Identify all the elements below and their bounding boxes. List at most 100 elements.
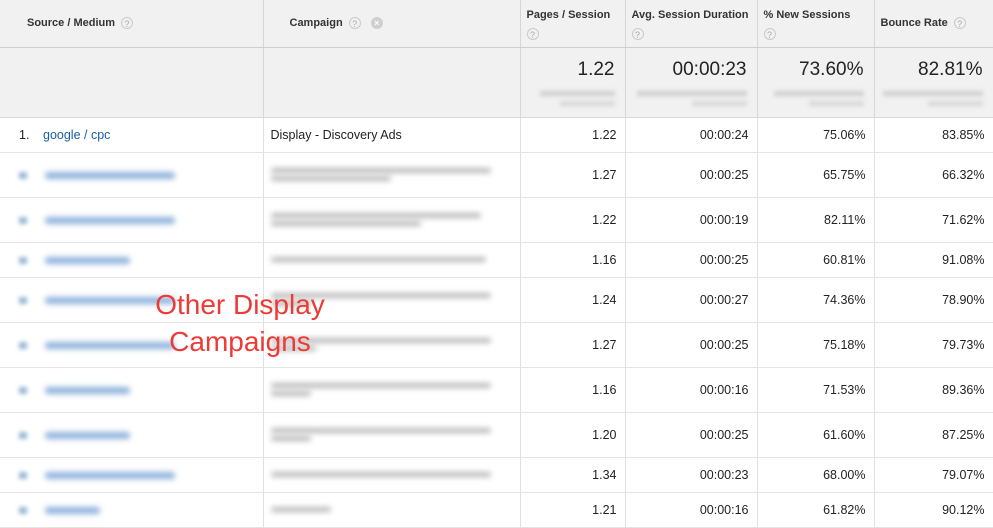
campaign-cell-blurred — [263, 457, 521, 493]
campaign-cell-blurred — [263, 492, 521, 528]
source-medium-cell-blurred — [0, 152, 264, 198]
new-sessions-cell: 68.00% — [757, 457, 875, 493]
table-row: 1. google / cpc Display - Discovery Ads 1… — [0, 117, 993, 153]
blurred-text — [270, 168, 491, 173]
help-circle-icon[interactable]: ? — [348, 17, 361, 30]
table-row: 1.27 00:00:25 65.75% 66.32% — [0, 152, 993, 198]
col-header-label: Avg. Session Duration — [631, 9, 749, 21]
blurred-text — [270, 436, 311, 441]
blurred-source-link[interactable] — [45, 341, 175, 349]
new-sessions-cell: 65.75% — [757, 152, 875, 198]
pages-session-cell: 1.34 — [520, 457, 626, 493]
source-medium-cell-blurred — [0, 277, 264, 323]
bounce-rate-cell: 91.08% — [874, 242, 993, 278]
blurred-text — [270, 338, 491, 343]
blurred-source-link[interactable] — [45, 471, 175, 479]
blurred-text — [270, 293, 491, 298]
avg-duration-cell: 00:00:25 — [625, 322, 758, 368]
col-header-avg-duration[interactable]: Avg. Session Duration? — [625, 0, 758, 48]
campaign-cell-blurred — [263, 412, 521, 458]
new-sessions-cell: 61.82% — [757, 492, 875, 528]
avg-duration-cell: 00:00:16 — [625, 492, 758, 528]
source-medium-cell-blurred — [0, 492, 264, 528]
blurred-index — [19, 171, 27, 179]
pages-session-cell: 1.22 — [520, 197, 626, 243]
blurred-source-link[interactable] — [45, 431, 130, 439]
source-medium-cell-blurred — [0, 367, 264, 413]
blurred-source-link[interactable] — [45, 216, 175, 224]
col-header-source-medium[interactable]: Source / Medium? — [0, 0, 264, 48]
totals-bounce-rate: 82.81% — [874, 47, 993, 118]
avg-duration-cell: 00:00:24 — [625, 117, 758, 153]
avg-duration-cell: 00:00:25 — [625, 412, 758, 458]
new-sessions-cell: 71.53% — [757, 367, 875, 413]
blurred-text — [270, 383, 491, 388]
blurred-text — [270, 221, 421, 226]
pages-session-cell: 1.20 — [520, 412, 626, 458]
total-value: 73.60% — [799, 58, 864, 80]
bounce-rate-cell: 79.73% — [874, 322, 993, 368]
blurred-source-link[interactable] — [45, 256, 130, 264]
col-header-campaign[interactable]: Campaign? × — [263, 0, 521, 48]
remove-dimension-icon[interactable]: × — [370, 17, 383, 30]
blurred-source-link[interactable] — [45, 506, 100, 514]
blurred-index — [19, 216, 27, 224]
new-sessions-cell: 75.06% — [757, 117, 875, 153]
col-header-new-sessions[interactable]: % New Sessions? — [757, 0, 875, 48]
table-row: 1.16 00:00:16 71.53% 89.36% — [0, 367, 993, 413]
help-circle-icon[interactable]: ? — [121, 17, 134, 30]
campaign-cell-blurred — [263, 152, 521, 198]
source-medium-cell-blurred — [0, 457, 264, 493]
avg-duration-cell: 00:00:23 — [625, 457, 758, 493]
avg-duration-cell: 00:00:19 — [625, 197, 758, 243]
new-sessions-cell: 61.60% — [757, 412, 875, 458]
blurred-index — [19, 256, 27, 264]
pages-session-cell: 1.21 — [520, 492, 626, 528]
totals-source-cell — [0, 47, 264, 118]
bounce-rate-cell: 89.36% — [874, 367, 993, 413]
campaign-cell-blurred — [263, 367, 521, 413]
source-medium-link[interactable]: google / cpc — [43, 128, 110, 142]
blurred-subtext — [539, 90, 615, 96]
pages-session-cell: 1.27 — [520, 322, 626, 368]
totals-avg-duration: 00:00:23 — [625, 47, 758, 118]
blurred-subtext — [882, 90, 983, 96]
source-medium-cell: 1. google / cpc — [0, 117, 264, 153]
help-circle-icon[interactable]: ? — [953, 17, 966, 30]
col-header-label: Source / Medium — [27, 17, 116, 30]
campaign-cell-blurred — [263, 197, 521, 243]
col-header-bounce-rate[interactable]: Bounce Rate? — [874, 0, 993, 48]
bounce-rate-cell: 90.12% — [874, 492, 993, 528]
blurred-source-link[interactable] — [45, 386, 130, 394]
totals-campaign-cell — [263, 47, 521, 118]
new-sessions-cell: 74.36% — [757, 277, 875, 323]
col-header-pages-session[interactable]: Pages / Session? — [520, 0, 626, 48]
campaign-cell: Display - Discovery Ads — [263, 117, 521, 153]
pages-session-cell: 1.16 — [520, 242, 626, 278]
new-sessions-cell: 82.11% — [757, 197, 875, 243]
avg-duration-cell: 00:00:25 — [625, 242, 758, 278]
blurred-index — [19, 296, 27, 304]
help-circle-icon[interactable]: ? — [763, 28, 776, 40]
blurred-subtext — [636, 90, 747, 96]
bounce-rate-cell: 66.32% — [874, 152, 993, 198]
source-medium-cell-blurred — [0, 412, 264, 458]
totals-row: 1.22 00:00:23 73.60% 82.81% — [0, 47, 993, 118]
blurred-source-link[interactable] — [45, 296, 175, 304]
bounce-rate-cell: 87.25% — [874, 412, 993, 458]
help-circle-icon[interactable]: ? — [526, 28, 539, 40]
totals-pages-session: 1.22 — [520, 47, 626, 118]
table-row: 1.24 00:00:27 74.36% 78.90% — [0, 277, 993, 323]
bounce-rate-cell: 83.85% — [874, 117, 993, 153]
table-row: 1.22 00:00:19 82.11% 71.62% — [0, 197, 993, 243]
blurred-text — [270, 428, 491, 433]
blurred-subtext — [773, 90, 864, 96]
blurred-index — [19, 506, 27, 514]
blurred-index — [19, 341, 27, 349]
help-circle-icon[interactable]: ? — [631, 28, 644, 40]
blurred-subtext — [808, 100, 864, 106]
bounce-rate-cell: 78.90% — [874, 277, 993, 323]
campaign-cell-blurred — [263, 242, 521, 278]
blurred-source-link[interactable] — [45, 171, 175, 179]
col-header-label: % New Sessions — [763, 9, 851, 21]
